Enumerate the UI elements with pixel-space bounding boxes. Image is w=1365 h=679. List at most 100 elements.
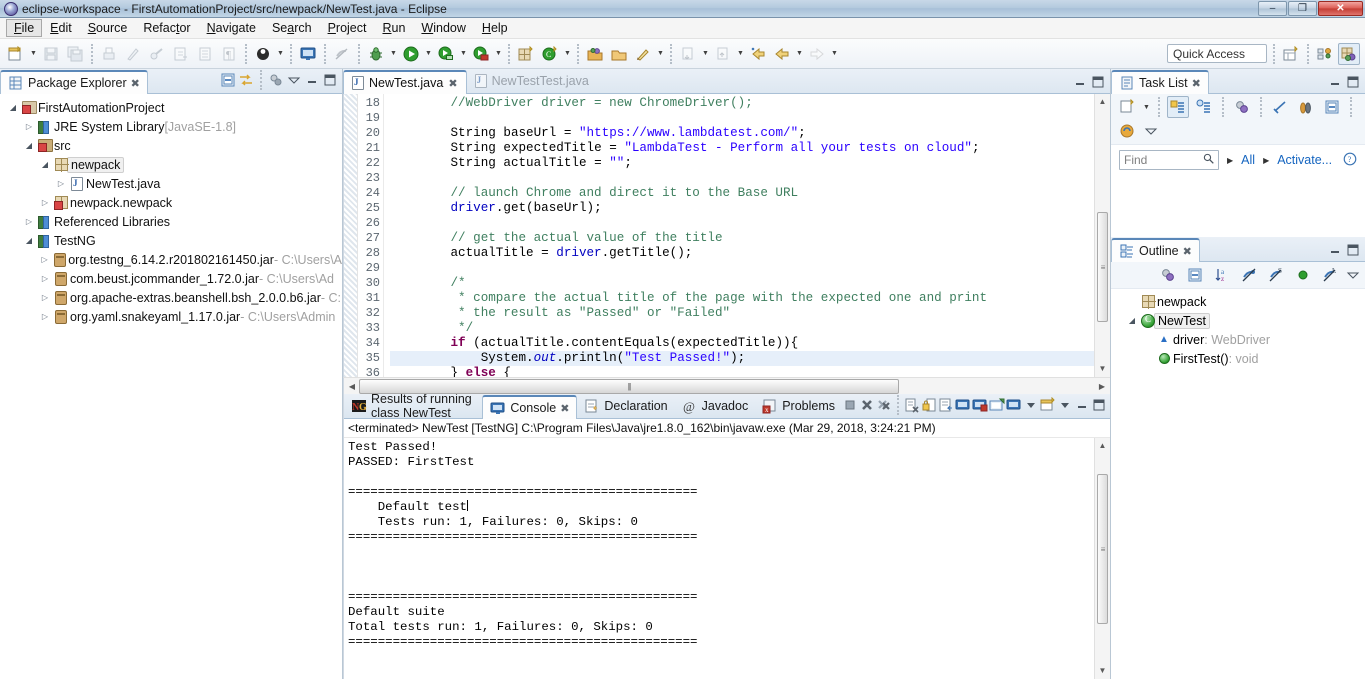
focus-on-workweek-icon[interactable]	[1231, 96, 1253, 118]
search-dropdown-icon[interactable]: ▼	[655, 43, 666, 65]
maximize-icon[interactable]	[1091, 397, 1107, 413]
scrollbar-thumb[interactable]: ≡	[1097, 474, 1108, 624]
close-icon[interactable]: ✖	[448, 77, 457, 90]
skip-breakpoints-icon[interactable]	[252, 43, 274, 65]
outline-row[interactable]: newpack	[1111, 292, 1365, 311]
editor-horizontal-scrollbar[interactable]: ◀ ||| ▶	[343, 377, 1110, 394]
close-button[interactable]: ✕	[1318, 1, 1363, 16]
console-icon[interactable]	[297, 43, 319, 65]
restore-tasks-icon[interactable]	[1321, 96, 1343, 118]
minimize-icon[interactable]	[304, 72, 320, 88]
build-icon[interactable]	[146, 43, 168, 65]
synchronize-changed-icon[interactable]	[1269, 96, 1291, 118]
scroll-up-arrow[interactable]: ▲	[1099, 94, 1107, 110]
hscrollbar-thumb[interactable]: |||	[359, 379, 899, 394]
toggle-mark-occurrences-icon[interactable]	[331, 43, 353, 65]
code-line[interactable]	[390, 216, 1094, 231]
debug-dropdown-icon[interactable]: ▼	[388, 43, 399, 65]
menu-item-run[interactable]: Run	[374, 19, 413, 37]
focus-on-active-task-icon[interactable]	[1157, 264, 1179, 286]
menu-item-help[interactable]: Help	[474, 19, 516, 37]
code-line[interactable]: actualTitle = driver.getTitle();	[390, 246, 1094, 261]
marker-bar[interactable]	[344, 94, 358, 377]
tab-package-explorer[interactable]: Package Explorer ✖	[0, 70, 148, 94]
hide-non-public-icon[interactable]	[1238, 264, 1260, 286]
close-icon[interactable]: ✖	[131, 77, 140, 90]
menu-item-navigate[interactable]: Navigate	[199, 19, 264, 37]
code-line[interactable]: /*	[390, 276, 1094, 291]
code-line[interactable]: * the result as "Passed" or "Failed"	[390, 306, 1094, 321]
new-task-icon[interactable]	[1116, 96, 1138, 118]
tree-row[interactable]: ▷com.beust.jcommander_1.72.0.jar - C:\Us…	[0, 269, 342, 288]
filter-expand-icon[interactable]: ▶	[1227, 156, 1233, 165]
sort-icon[interactable]: az	[1211, 264, 1233, 286]
menu-item-window[interactable]: Window	[413, 19, 473, 37]
outline-row[interactable]: ◢NewTest	[1111, 311, 1365, 330]
minimize-icon[interactable]	[1327, 242, 1343, 258]
console-tab-declaration[interactable]: Declaration	[577, 394, 674, 418]
print-icon[interactable]	[98, 43, 120, 65]
last-edit-location-icon[interactable]	[747, 43, 769, 65]
collapse-arrow-icon[interactable]: ◢	[38, 160, 52, 169]
new-console-view-icon[interactable]	[1040, 397, 1056, 413]
previous-annotation-icon[interactable]	[677, 43, 699, 65]
collapse-arrow-icon[interactable]: ◢	[22, 236, 36, 245]
expand-arrow-icon[interactable]: ▷	[22, 122, 36, 131]
code-line[interactable]: driver.get(baseUrl);	[390, 201, 1094, 216]
editor-tab-newtesttest-java[interactable]: NewTestTest.java	[467, 69, 597, 93]
menu-item-file[interactable]: File	[6, 19, 42, 37]
show-console-on-output-icon[interactable]	[955, 397, 971, 413]
view-menu-icon[interactable]	[1143, 123, 1159, 139]
activate-expand-icon[interactable]: ▶	[1263, 156, 1269, 165]
code-line[interactable]: //WebDriver driver = new ChromeDriver();	[390, 96, 1094, 111]
hscroll-track[interactable]: |||	[359, 379, 1095, 394]
outline-row[interactable]: ▲driver : WebDriver	[1111, 330, 1365, 349]
expand-arrow-icon[interactable]: ▷	[22, 217, 36, 226]
coverage-dropdown-icon[interactable]: ▼	[493, 43, 504, 65]
save-all-icon[interactable]	[64, 43, 86, 65]
link-with-editor-icon[interactable]	[238, 72, 254, 88]
expand-arrow-icon[interactable]: ▷	[38, 274, 52, 283]
debug-icon[interactable]	[365, 43, 387, 65]
tree-row[interactable]: ◢src	[0, 136, 342, 155]
task-filter-all[interactable]: All	[1241, 153, 1255, 167]
code-text-area[interactable]: //WebDriver driver = new ChromeDriver();…	[384, 94, 1094, 377]
minimize-icon[interactable]	[1327, 74, 1343, 90]
collapse-arrow-icon[interactable]: ◢	[6, 103, 20, 112]
export-icon[interactable]	[170, 43, 192, 65]
prev-dropdown-icon[interactable]: ▼	[700, 43, 711, 65]
code-line[interactable]	[390, 171, 1094, 186]
task-find-input[interactable]: Find	[1119, 150, 1219, 170]
code-line[interactable]: */	[390, 321, 1094, 336]
open-task-icon[interactable]	[608, 43, 630, 65]
scroll-left-arrow[interactable]: ◀	[345, 382, 359, 391]
display-selected-console-icon[interactable]	[989, 397, 1005, 413]
pilcrow-icon[interactable]: ¶	[218, 43, 240, 65]
tree-row[interactable]: ▷org.yaml.snakeyaml_1.17.0.jar - C:\User…	[0, 307, 342, 326]
back-dropdown-icon[interactable]: ▼	[794, 43, 805, 65]
code-line[interactable]: String actualTitle = "";	[390, 156, 1094, 171]
open-type-icon[interactable]	[584, 43, 606, 65]
tree-row[interactable]: ◢newpack	[0, 155, 342, 174]
tree-row[interactable]: ▷org.testng_6.14.2.r201802161450.jar - C…	[0, 250, 342, 269]
minimize-icon[interactable]	[1074, 397, 1090, 413]
hide-static-icon[interactable]: S	[1265, 264, 1287, 286]
menu-item-refactor[interactable]: Refactor	[135, 19, 198, 37]
code-line[interactable]	[390, 111, 1094, 126]
scroll-down-arrow[interactable]: ▼	[1099, 663, 1107, 679]
search-icon[interactable]	[632, 43, 654, 65]
skip-dropdown-icon[interactable]: ▼	[275, 43, 286, 65]
console-tab-javadoc[interactable]: @Javadoc	[675, 394, 756, 418]
task-list-body[interactable]	[1111, 175, 1365, 237]
code-line[interactable]: } else {	[390, 366, 1094, 377]
menu-item-source[interactable]: Source	[80, 19, 136, 37]
collapse-all-icon[interactable]	[1184, 264, 1206, 286]
tree-row[interactable]: ▷NewTest.java	[0, 174, 342, 193]
coverage-icon[interactable]	[470, 43, 492, 65]
restore-button[interactable]: ❐	[1288, 1, 1317, 16]
tree-row[interactable]: ◢FirstAutomationProject	[0, 98, 342, 117]
run-icon[interactable]	[400, 43, 422, 65]
menu-item-edit[interactable]: Edit	[42, 19, 80, 37]
expand-arrow-icon[interactable]: ▷	[54, 179, 68, 188]
java-perspective-icon[interactable]	[1314, 43, 1336, 65]
